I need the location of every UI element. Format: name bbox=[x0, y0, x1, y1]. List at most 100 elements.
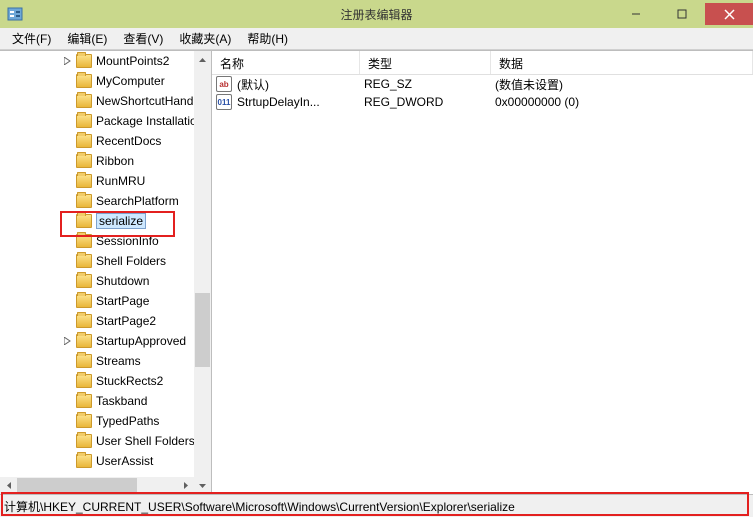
tree-vscroll-thumb[interactable] bbox=[195, 293, 210, 367]
tree-hscroll-track[interactable] bbox=[17, 477, 177, 494]
list-row[interactable]: ab (默认)REG_SZ(数值未设置) bbox=[212, 75, 753, 93]
dword-value-icon: 011 bbox=[216, 94, 232, 110]
cell-data: 0x00000000 (0) bbox=[495, 95, 753, 109]
no-expand-icon bbox=[62, 195, 74, 207]
folder-icon bbox=[76, 374, 92, 388]
tree-hscroll-thumb[interactable] bbox=[17, 478, 137, 493]
tree-item[interactable]: Taskband bbox=[0, 391, 195, 411]
no-expand-icon bbox=[62, 355, 74, 367]
tree-content[interactable]: MountPoints2 MyComputerNewShortcutHandler… bbox=[0, 51, 195, 471]
cell-type: REG_SZ bbox=[364, 77, 495, 91]
tree-item[interactable]: Package Installation bbox=[0, 111, 195, 131]
no-expand-icon bbox=[62, 275, 74, 287]
no-expand-icon bbox=[62, 255, 74, 267]
tree-hscrollbar[interactable] bbox=[0, 477, 194, 494]
no-expand-icon bbox=[62, 215, 74, 227]
regedit-icon bbox=[7, 6, 23, 22]
tree-item[interactable]: SessionInfo bbox=[0, 231, 195, 251]
scroll-down-icon[interactable] bbox=[194, 477, 211, 494]
menu-help[interactable]: 帮助(H) bbox=[239, 27, 296, 50]
column-type[interactable]: 类型 bbox=[360, 51, 491, 74]
tree-item-label: Taskband bbox=[96, 394, 147, 408]
scroll-up-icon[interactable] bbox=[194, 51, 211, 68]
no-expand-icon bbox=[62, 135, 74, 147]
folder-icon bbox=[76, 214, 92, 228]
close-icon bbox=[724, 9, 735, 20]
expand-icon[interactable] bbox=[62, 335, 74, 347]
no-expand-icon bbox=[62, 175, 74, 187]
no-expand-icon bbox=[62, 455, 74, 467]
list-rows: ab (默认)REG_SZ(数值未设置)011 StrtupDelayIn...RE… bbox=[212, 75, 753, 111]
folder-icon bbox=[76, 114, 92, 128]
tree-item[interactable]: TypedPaths bbox=[0, 411, 195, 431]
column-data[interactable]: 数据 bbox=[491, 51, 753, 74]
tree-item[interactable]: MountPoints2 bbox=[0, 51, 195, 71]
menu-favorites[interactable]: 收藏夹(A) bbox=[171, 27, 239, 50]
close-button[interactable] bbox=[705, 3, 753, 25]
tree-item-label: SessionInfo bbox=[96, 234, 159, 248]
no-expand-icon bbox=[62, 75, 74, 87]
maximize-button[interactable] bbox=[659, 3, 705, 25]
tree-item[interactable]: Shell Folders bbox=[0, 251, 195, 271]
folder-icon bbox=[76, 434, 92, 448]
tree-item-label: RunMRU bbox=[96, 174, 145, 188]
string-value-icon: ab bbox=[216, 76, 232, 92]
no-expand-icon bbox=[62, 315, 74, 327]
tree-item[interactable]: StuckRects2 bbox=[0, 371, 195, 391]
scroll-left-icon[interactable] bbox=[0, 477, 17, 494]
tree-item[interactable]: MyComputer bbox=[0, 71, 195, 91]
tree-item[interactable]: UserAssist bbox=[0, 451, 195, 471]
tree-item-label: Ribbon bbox=[96, 154, 134, 168]
list-row[interactable]: 011StrtupDelayIn...REG_DWORD0x00000000 (… bbox=[212, 93, 753, 111]
list-header: 名称 类型 数据 bbox=[212, 51, 753, 75]
status-path: 计算机\HKEY_CURRENT_USER\Software\Microsoft… bbox=[4, 498, 515, 515]
scroll-right-icon[interactable] bbox=[177, 477, 194, 494]
tree-item-label: MountPoints2 bbox=[96, 54, 169, 68]
folder-icon bbox=[76, 194, 92, 208]
tree-item[interactable]: Streams bbox=[0, 351, 195, 371]
tree-item[interactable]: Shutdown bbox=[0, 271, 195, 291]
no-expand-icon bbox=[62, 295, 74, 307]
tree-item-label: Streams bbox=[96, 354, 141, 368]
no-expand-icon bbox=[62, 95, 74, 107]
tree-item[interactable]: RunMRU bbox=[0, 171, 195, 191]
menu-file[interactable]: 文件(F) bbox=[4, 27, 59, 50]
tree-item[interactable]: RecentDocs bbox=[0, 131, 195, 151]
no-expand-icon bbox=[62, 415, 74, 427]
tree-item[interactable]: serialize bbox=[0, 211, 195, 231]
tree-item-label: Package Installation bbox=[96, 114, 203, 128]
minimize-button[interactable] bbox=[613, 3, 659, 25]
folder-icon bbox=[76, 414, 92, 428]
folder-icon bbox=[76, 154, 92, 168]
no-expand-icon bbox=[62, 375, 74, 387]
tree-item[interactable]: StartPage2 bbox=[0, 311, 195, 331]
folder-icon bbox=[76, 134, 92, 148]
expand-icon[interactable] bbox=[62, 55, 74, 67]
menu-view[interactable]: 查看(V) bbox=[115, 27, 171, 50]
folder-icon bbox=[76, 354, 92, 368]
cell-data: (数值未设置) bbox=[495, 76, 753, 93]
tree-vscrollbar[interactable] bbox=[194, 51, 211, 494]
folder-icon bbox=[76, 234, 92, 248]
tree-item-label: StartPage2 bbox=[96, 314, 156, 328]
menu-edit[interactable]: 编辑(E) bbox=[59, 27, 115, 50]
no-expand-icon bbox=[62, 115, 74, 127]
folder-icon bbox=[76, 54, 92, 68]
no-expand-icon bbox=[62, 155, 74, 167]
column-name[interactable]: 名称 bbox=[212, 51, 360, 74]
tree-item[interactable]: NewShortcutHandlers bbox=[0, 91, 195, 111]
no-expand-icon bbox=[62, 235, 74, 247]
tree-item[interactable]: StartPage bbox=[0, 291, 195, 311]
folder-icon bbox=[76, 314, 92, 328]
tree-item[interactable]: SearchPlatform bbox=[0, 191, 195, 211]
tree-item[interactable]: User Shell Folders bbox=[0, 431, 195, 451]
tree-item-label: Shutdown bbox=[96, 274, 149, 288]
cell-name: StrtupDelayIn... bbox=[237, 95, 364, 109]
menubar: 文件(F) 编辑(E) 查看(V) 收藏夹(A) 帮助(H) bbox=[0, 28, 753, 50]
tree-vscroll-track[interactable] bbox=[194, 68, 211, 477]
tree-item-label: RecentDocs bbox=[96, 134, 161, 148]
tree-item-label: StuckRects2 bbox=[96, 374, 163, 388]
tree-item[interactable]: StartupApproved bbox=[0, 331, 195, 351]
tree-item[interactable]: Ribbon bbox=[0, 151, 195, 171]
cell-name: (默认) bbox=[237, 76, 364, 93]
